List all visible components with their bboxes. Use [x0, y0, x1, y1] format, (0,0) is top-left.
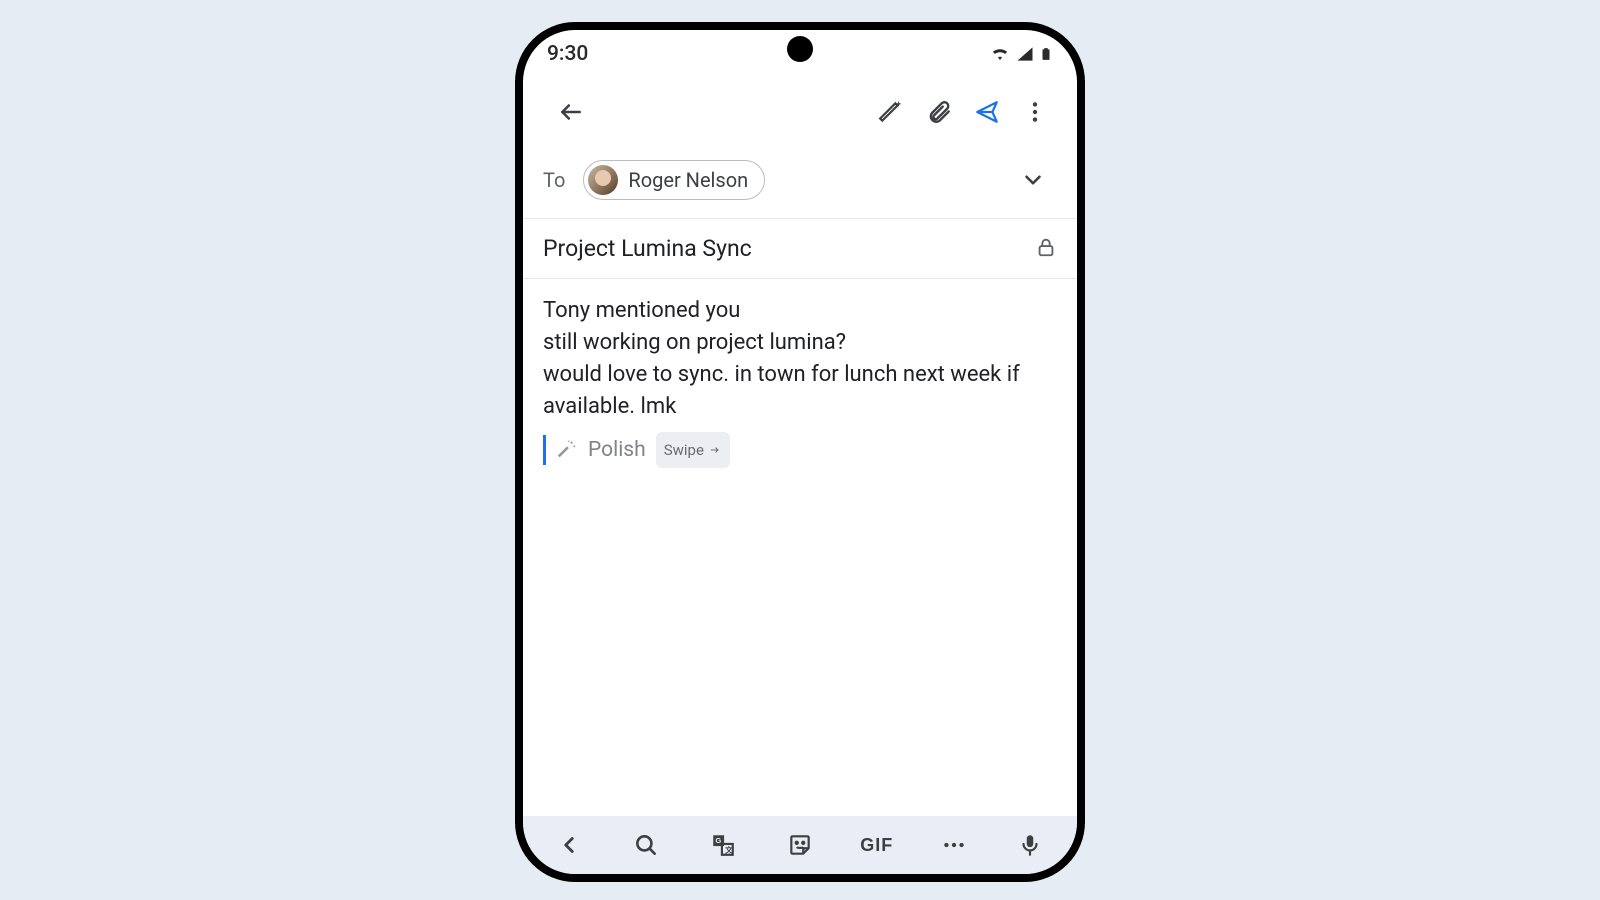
front-camera	[787, 36, 813, 62]
subject-field-row[interactable]: Project Lumina Sync	[523, 219, 1077, 279]
body-area[interactable]: Tony mentioned you still working on proj…	[523, 279, 1077, 816]
kb-voice-button[interactable]	[1002, 821, 1058, 869]
polish-label: Polish	[588, 434, 646, 466]
cell-signal-icon	[1015, 44, 1035, 64]
swipe-hint-badge: Swipe	[656, 432, 730, 468]
chevron-down-icon	[1020, 167, 1046, 193]
ai-compose-button[interactable]	[867, 88, 915, 136]
battery-icon	[1039, 43, 1053, 65]
keyboard-toolbar: G文 GIF	[523, 816, 1077, 874]
translate-icon: G文	[710, 832, 736, 858]
svg-text:G: G	[716, 836, 722, 845]
wifi-icon	[989, 43, 1011, 65]
subject-input[interactable]: Project Lumina Sync	[543, 235, 1035, 262]
kb-sticker-button[interactable]	[772, 821, 828, 869]
gif-label: GIF	[860, 835, 893, 856]
send-button[interactable]	[963, 88, 1011, 136]
overflow-menu-button[interactable]	[1011, 88, 1059, 136]
recipient-chip[interactable]: Roger Nelson	[583, 160, 765, 200]
status-icons	[989, 43, 1053, 65]
mic-icon	[1017, 832, 1043, 858]
svg-text:文: 文	[725, 845, 733, 855]
lock-icon	[1035, 236, 1057, 262]
expand-recipients-button[interactable]	[1009, 156, 1057, 204]
screen: 9:30	[523, 30, 1077, 874]
to-label: To	[543, 168, 565, 192]
body-text[interactable]: Tony mentioned you still working on proj…	[543, 295, 1057, 423]
kb-more-button[interactable]	[926, 821, 982, 869]
polish-suggestion[interactable]: Polish Swipe	[543, 435, 1057, 465]
status-time: 9:30	[547, 42, 588, 66]
more-horiz-icon	[941, 832, 967, 858]
send-icon	[974, 99, 1000, 125]
arrow-left-icon	[558, 99, 584, 125]
arrow-right-icon	[708, 445, 722, 455]
more-vert-icon	[1022, 99, 1048, 125]
kb-translate-button[interactable]: G文	[695, 821, 751, 869]
magic-pen-icon	[878, 99, 904, 125]
kb-search-button[interactable]	[618, 821, 674, 869]
back-button[interactable]	[547, 88, 595, 136]
sparkle-pen-icon	[556, 439, 578, 461]
to-field-row[interactable]: To Roger Nelson	[523, 146, 1077, 219]
search-icon	[633, 832, 659, 858]
chevron-left-icon	[556, 832, 582, 858]
sticker-icon	[787, 832, 813, 858]
compose-app-bar	[523, 78, 1077, 146]
phone-frame: 9:30	[515, 22, 1085, 882]
avatar	[588, 165, 618, 195]
attach-button[interactable]	[915, 88, 963, 136]
recipient-name: Roger Nelson	[628, 168, 748, 192]
kb-gif-button[interactable]: GIF	[849, 821, 905, 869]
paperclip-icon	[926, 99, 952, 125]
kb-back-button[interactable]	[541, 821, 597, 869]
swipe-label: Swipe	[664, 434, 704, 466]
